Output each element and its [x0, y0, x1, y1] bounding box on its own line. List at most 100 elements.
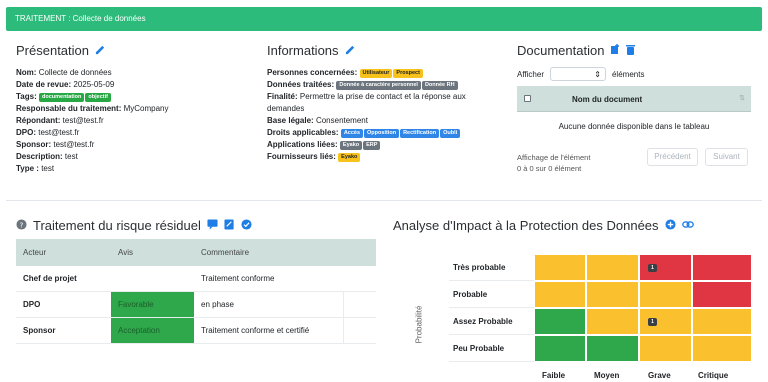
risk-table-header: Acteur Avis Commentaire	[16, 239, 376, 266]
info-line: Affichage de l'élément	[517, 153, 591, 162]
presentation-title: Présentation	[16, 43, 89, 58]
add-icon[interactable]	[664, 218, 676, 233]
table-row: Sponsor Acceptation Traitement conforme …	[16, 318, 376, 344]
table-info: Affichage de l'élément 0 à 0 sur 0 éléme…	[517, 152, 590, 174]
comment-icon[interactable]	[207, 218, 218, 233]
matrix-cell	[586, 308, 639, 335]
table-row: Chef de projet Traitement conforme	[16, 266, 376, 292]
badge: Opposition	[364, 129, 400, 138]
matrix-cell	[691, 281, 752, 308]
matrix-cell	[586, 281, 639, 308]
matrix-cell	[691, 254, 752, 281]
link-icon[interactable]	[681, 218, 694, 233]
tag-badge: objectif	[85, 93, 111, 102]
field-label: Type :	[16, 164, 39, 173]
matrix-cell	[533, 254, 587, 281]
field-label: Description:	[16, 152, 63, 161]
page-length-select[interactable]: ⇕	[549, 67, 606, 81]
column-spacer	[344, 239, 376, 266]
field-value: test@test.fr	[62, 116, 104, 125]
matrix-cell	[586, 254, 639, 281]
badge: Donnée à caractère personnel	[336, 81, 421, 90]
field-value: 2025-05-09	[73, 80, 115, 89]
matrix-cell	[533, 335, 587, 362]
select-all-checkbox[interactable]	[524, 95, 531, 102]
presentation-section: Présentation Nom: Collecte de données Da…	[16, 43, 246, 175]
matrix-cell: 1	[639, 254, 692, 281]
badge: Accès	[340, 129, 364, 138]
comment-cell: en phase	[194, 292, 344, 317]
matrix-cell	[533, 308, 587, 335]
column-label: Grave	[648, 371, 671, 380]
previous-button[interactable]: Précédent	[647, 148, 698, 166]
question-icon: ?	[16, 218, 27, 233]
field-value: test	[64, 152, 78, 161]
matrix-cell	[586, 335, 639, 362]
column-label: Faible	[542, 371, 566, 380]
matrix-cell	[691, 308, 752, 335]
aipd-section: Analyse d'Impact à la Protection des Don…	[393, 218, 763, 242]
documentation-title: Documentation	[517, 43, 605, 58]
aipd-title: Analyse d'Impact à la Protection des Don…	[393, 218, 659, 233]
y-axis-label: Probabilité	[414, 305, 424, 344]
field-value: test	[41, 164, 55, 173]
field-value: Consentement	[315, 116, 368, 125]
spacer-cell	[344, 266, 376, 291]
field-label: Répondant:	[16, 116, 61, 125]
column-header: Commentaire	[201, 248, 250, 257]
risk-marker[interactable]: 1	[648, 318, 657, 326]
edit-icon[interactable]	[345, 43, 356, 58]
matrix-row: Peu Probable	[449, 335, 752, 362]
row-label: Peu Probable	[449, 335, 534, 362]
svg-text:?: ?	[20, 220, 24, 229]
trash-icon[interactable]	[626, 43, 636, 58]
opinion-cell: Acceptation	[111, 318, 194, 343]
badge: Eyako	[338, 153, 361, 162]
column-label: Critique	[698, 371, 729, 380]
field-label: Applications liées:	[267, 140, 338, 149]
matrix-row: Très probable 1	[449, 254, 752, 281]
actor-cell: Chef de projet	[23, 274, 77, 283]
actor-cell: Sponsor	[23, 326, 56, 335]
spacer-cell	[344, 292, 376, 317]
field-value: test@test.fr	[53, 140, 95, 149]
elements-label: éléments	[611, 69, 645, 79]
matrix-cell	[639, 335, 692, 362]
page-header: TRAITEMENT : Collecte de données	[6, 7, 762, 31]
matrix-cell	[691, 335, 752, 362]
risk-title: Traitement du risque résiduel	[33, 218, 201, 233]
informations-title: Informations	[267, 43, 339, 58]
badge: ERP	[363, 141, 381, 150]
edit-note-icon[interactable]	[224, 218, 235, 233]
field-label: DPO:	[16, 128, 36, 137]
chevron-updown-icon: ⇕	[594, 69, 601, 79]
row-label: Assez Probable	[449, 308, 534, 335]
spacer-cell	[344, 318, 376, 343]
risk-marker[interactable]: 1	[648, 264, 657, 272]
comment-cell: Traitement conforme	[201, 274, 275, 283]
matrix-cell: 1	[639, 308, 692, 335]
documentation-section: Documentation Afficher ⇕ éléments	[517, 43, 757, 81]
table-row: DPO Favorable en phase	[16, 292, 376, 318]
opinion-cell: Favorable	[111, 292, 194, 317]
sort-icon[interactable]: ⇅	[739, 94, 745, 102]
field-label: Fournisseurs liés:	[267, 152, 336, 161]
verified-icon[interactable]	[241, 218, 252, 233]
field-label: Base légale:	[267, 116, 314, 125]
field-label: Nom:	[16, 68, 37, 77]
badge: Donnée RH	[421, 81, 458, 90]
field-label: Finalité:	[267, 92, 298, 101]
field-value: Collecte de données	[38, 68, 112, 77]
field-label: Personnes concernées:	[267, 68, 358, 77]
edit-icon[interactable]	[95, 43, 106, 58]
impact-matrix: Très probable 1 Probable Assez Probable …	[449, 254, 752, 362]
row-label: Très probable	[449, 254, 534, 281]
badge: Prospect	[393, 69, 423, 78]
add-document-icon[interactable]	[610, 43, 620, 58]
risk-table: Acteur Avis Commentaire Chef de projet T…	[16, 239, 376, 344]
tag-badge: documentation	[38, 93, 85, 102]
next-button[interactable]: Suivant	[705, 148, 748, 166]
field-value: test@test.fr	[38, 128, 80, 137]
badge: Oubli	[440, 129, 461, 138]
column-header[interactable]: Nom du document	[572, 95, 642, 104]
